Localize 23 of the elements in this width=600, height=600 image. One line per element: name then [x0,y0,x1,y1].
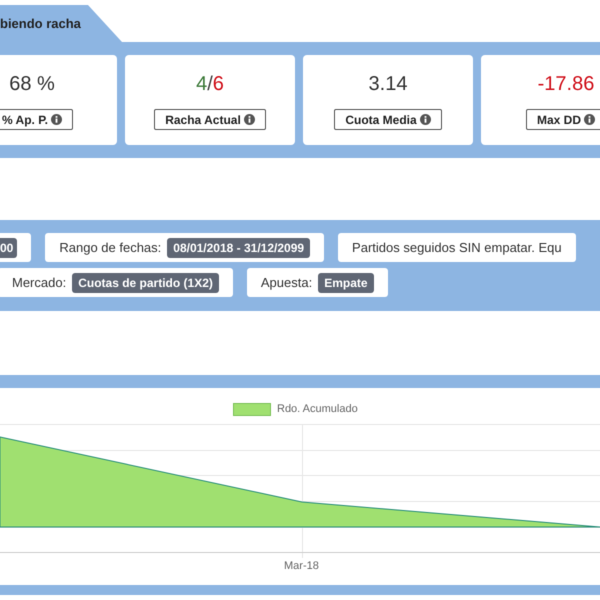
filter-value: Empate [318,272,374,292]
info-icon [244,114,255,125]
filter-label: Apuesta: [260,274,312,292]
stat-label: % Ap. P. [0,109,73,130]
filter-label: Rango de fechas: [59,238,162,257]
info-icon [51,114,62,125]
stat-value: 3.14 [368,72,408,97]
legend-label: Rdo. Acumulado [277,402,358,417]
info-icon [584,114,595,125]
filter-value: Cuotas de partido (1X2) [72,272,219,292]
stat-label: Racha Actual [154,109,266,130]
legend-swatch [233,402,271,416]
filter-label: Partidos seguidos SIN empatar. Equ [352,238,562,257]
info-icon [420,114,431,125]
axis-label: Mar-18 [284,559,319,574]
filter-value: 00 [0,238,18,258]
stat-value: 4/6 [196,72,224,97]
stat-value: -17.86 [538,72,594,97]
stat-label: Cuota Media [334,109,442,130]
stat-value: 68 % [9,72,55,97]
stat-label: Max DD [526,109,600,130]
filter-value: 08/01/2018 - 31/12/2099 [167,238,310,258]
filter-label: Mercado: [12,274,66,292]
